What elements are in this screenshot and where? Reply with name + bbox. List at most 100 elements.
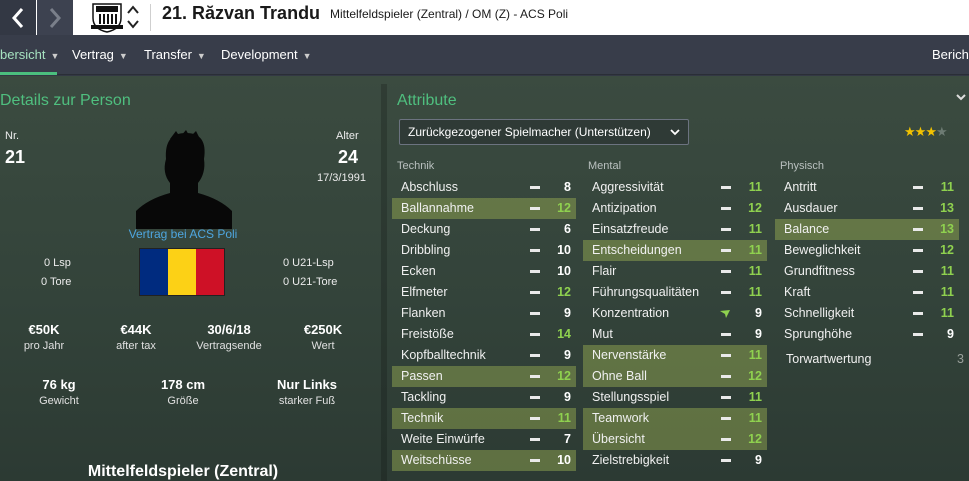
chevron-down-icon: ▼ (118, 51, 128, 61)
attribute-row-tackling[interactable]: Tackling 9 (392, 387, 576, 408)
attribute-row-passen[interactable]: Passen 12 (392, 366, 576, 387)
flag-stripe-blue (140, 249, 168, 295)
trend-neutral-icon (721, 270, 731, 273)
player-value: €250K (303, 322, 343, 337)
u21-goals: 0 U21-Tore (283, 276, 338, 288)
attribute-name: Elfmeter (401, 285, 448, 299)
attribute-row-grundfitness[interactable]: Grundfitness 11 (775, 261, 959, 282)
attribute-value: 9 (755, 327, 762, 341)
attribute-row-ausdauer[interactable]: Ausdauer 13 (775, 198, 959, 219)
attribute-row-deckung[interactable]: Deckung 6 (392, 219, 576, 240)
tab-transfer[interactable]: Transfer ▼ (144, 47, 206, 62)
tab-bar: bersicht ▼ Vertrag ▼ Transfer ▼ Development… (0, 35, 969, 75)
attribute-row-ecken[interactable]: Ecken 10 (392, 261, 576, 282)
trend-neutral-icon (530, 459, 540, 462)
trend-neutral-icon (530, 207, 540, 210)
attribute-row-antizipation[interactable]: Antizipation 12 (583, 198, 767, 219)
wage-label: pro Jahr (23, 340, 65, 352)
attribute-row-dribbling[interactable]: Dribbling 10 (392, 240, 576, 261)
attribute-name: Flanken (401, 306, 446, 320)
trend-neutral-icon (721, 228, 731, 231)
age-value: 24 (338, 147, 359, 167)
attribute-row-elfmeter[interactable]: Elfmeter 12 (392, 282, 576, 303)
attribute-value: 9 (755, 453, 762, 467)
attribute-name: Abschluss (401, 180, 458, 194)
attribute-row-balance[interactable]: Balance 13 (775, 219, 959, 240)
attribute-row-teamwork[interactable]: Teamwork 11 (583, 408, 767, 429)
tab-development[interactable]: Development ▼ (221, 47, 312, 62)
section-title: Attribute (397, 92, 457, 109)
flag-stripe-yellow (168, 249, 196, 295)
attribute-value: 12 (557, 369, 571, 383)
position-text: Mittelfeldspieler (Zentral) (87, 463, 279, 480)
wage-after-tax-block: €44K after tax (96, 322, 176, 352)
attribute-row-einsatzfreude[interactable]: Einsatzfreude 11 (583, 219, 767, 240)
attribute-value: 11 (748, 243, 762, 257)
attribute-name: Antritt (784, 180, 817, 194)
attribute-row-kopfballtechnik[interactable]: Kopfballtechnik 9 (392, 345, 576, 366)
attribute-value: 12 (748, 201, 762, 215)
attribute-row-zielstrebigkeit[interactable]: Zielstrebigkeit 9 (583, 450, 767, 471)
forward-button[interactable] (37, 0, 73, 35)
sort-arrows-icon[interactable] (124, 2, 142, 33)
role-dropdown[interactable]: Zurückgezogener Spielmacher (Unterstütze… (399, 119, 689, 145)
number-label: Nr. (5, 130, 20, 142)
attribute-row-weitschusse[interactable]: Weitschüsse 10 (392, 450, 576, 471)
tab-vertrag[interactable]: Vertrag ▼ (72, 47, 128, 62)
attribute-value: 12 (557, 285, 571, 299)
contract-club-link[interactable]: Vertrag bei ACS Poli (0, 227, 366, 241)
weight-label: Gewicht (39, 395, 79, 407)
attribute-row-nervenstarke[interactable]: Nervenstärke 11 (583, 345, 767, 366)
foot-value: Nur Links (277, 377, 337, 392)
attribute-value: 10 (557, 243, 571, 257)
header-divider (150, 4, 151, 31)
attribute-value: 11 (748, 348, 762, 362)
attribute-row-sprunghohe[interactable]: Sprunghöhe 9 (775, 324, 959, 345)
attribute-name: Beweglichkeit (784, 243, 861, 257)
attribute-row-weite-einwurfe[interactable]: Weite Einwürfe 7 (392, 429, 576, 450)
attribute-row-beweglichkeit[interactable]: Beweglichkeit 12 (775, 240, 959, 261)
attribute-row-ohne-ball[interactable]: Ohne Ball 12 (583, 366, 767, 387)
attribute-name: Ohne Ball (592, 369, 647, 383)
tab-berichte[interactable]: Bericht (932, 47, 969, 62)
attribute-name: Übersicht (592, 432, 645, 446)
attribute-value: 9 (564, 390, 571, 404)
attribute-row-aggressivitat[interactable]: Aggressivität 11 (583, 177, 767, 198)
tab-label: bersicht (0, 47, 46, 62)
attribute-row-kraft[interactable]: Kraft 11 (775, 282, 959, 303)
attribute-row-konzentration[interactable]: Konzentration 9 (583, 303, 767, 324)
tab-ubersicht[interactable]: bersicht ▼ (0, 47, 59, 62)
trend-neutral-icon (721, 207, 731, 210)
attribute-row-entscheidungen[interactable]: Entscheidungen 11 (583, 240, 767, 261)
attribute-row-mut[interactable]: Mut 9 (583, 324, 767, 345)
trend-neutral-icon (913, 207, 923, 210)
attribute-row-stellungsspiel[interactable]: Stellungsspiel 11 (583, 387, 767, 408)
player-value-label: Wert (311, 340, 335, 352)
mental-attribute-list: Aggressivität 11 Antizipation 12 Einsatzfreu… (583, 177, 767, 471)
attribute-row-flair[interactable]: Flair 11 (583, 261, 767, 282)
age-label: Alter (336, 130, 359, 142)
attribute-row-freistosse[interactable]: Freistöße 14 (392, 324, 576, 345)
attribute-row-ubersicht[interactable]: Übersicht 12 (583, 429, 767, 450)
back-button[interactable] (0, 0, 36, 35)
attribute-row-flanken[interactable]: Flanken 9 (392, 303, 576, 324)
attribute-row-ballannahme[interactable]: Ballannahme 12 (392, 198, 576, 219)
chevron-down-icon[interactable] (955, 90, 967, 102)
attribute-row-fuhrungsqualitaten[interactable]: Führungsqualitäten 11 (583, 282, 767, 303)
attribute-row-abschluss[interactable]: Abschluss 8 (392, 177, 576, 198)
attribute-name: Freistöße (401, 327, 454, 341)
attribute-value: 12 (557, 201, 571, 215)
tab-label: Transfer (144, 47, 192, 62)
attribute-row-antritt[interactable]: Antritt 11 (775, 177, 959, 198)
attribute-value: 12 (748, 369, 762, 383)
attribute-row-schnelligkeit[interactable]: Schnelligkeit 11 (775, 303, 959, 324)
attribute-value: 11 (748, 390, 762, 404)
attribute-name: Weite Einwürfe (401, 432, 485, 446)
flag-romania-icon[interactable] (139, 248, 225, 296)
star-icon: ★ (925, 124, 937, 139)
trend-neutral-icon (721, 396, 731, 399)
attribute-row-technik[interactable]: Technik 11 (392, 408, 576, 429)
club-crest-icon[interactable] (90, 1, 124, 33)
attribute-value: 12 (940, 243, 954, 257)
chevron-down-icon: ▼ (196, 51, 206, 61)
